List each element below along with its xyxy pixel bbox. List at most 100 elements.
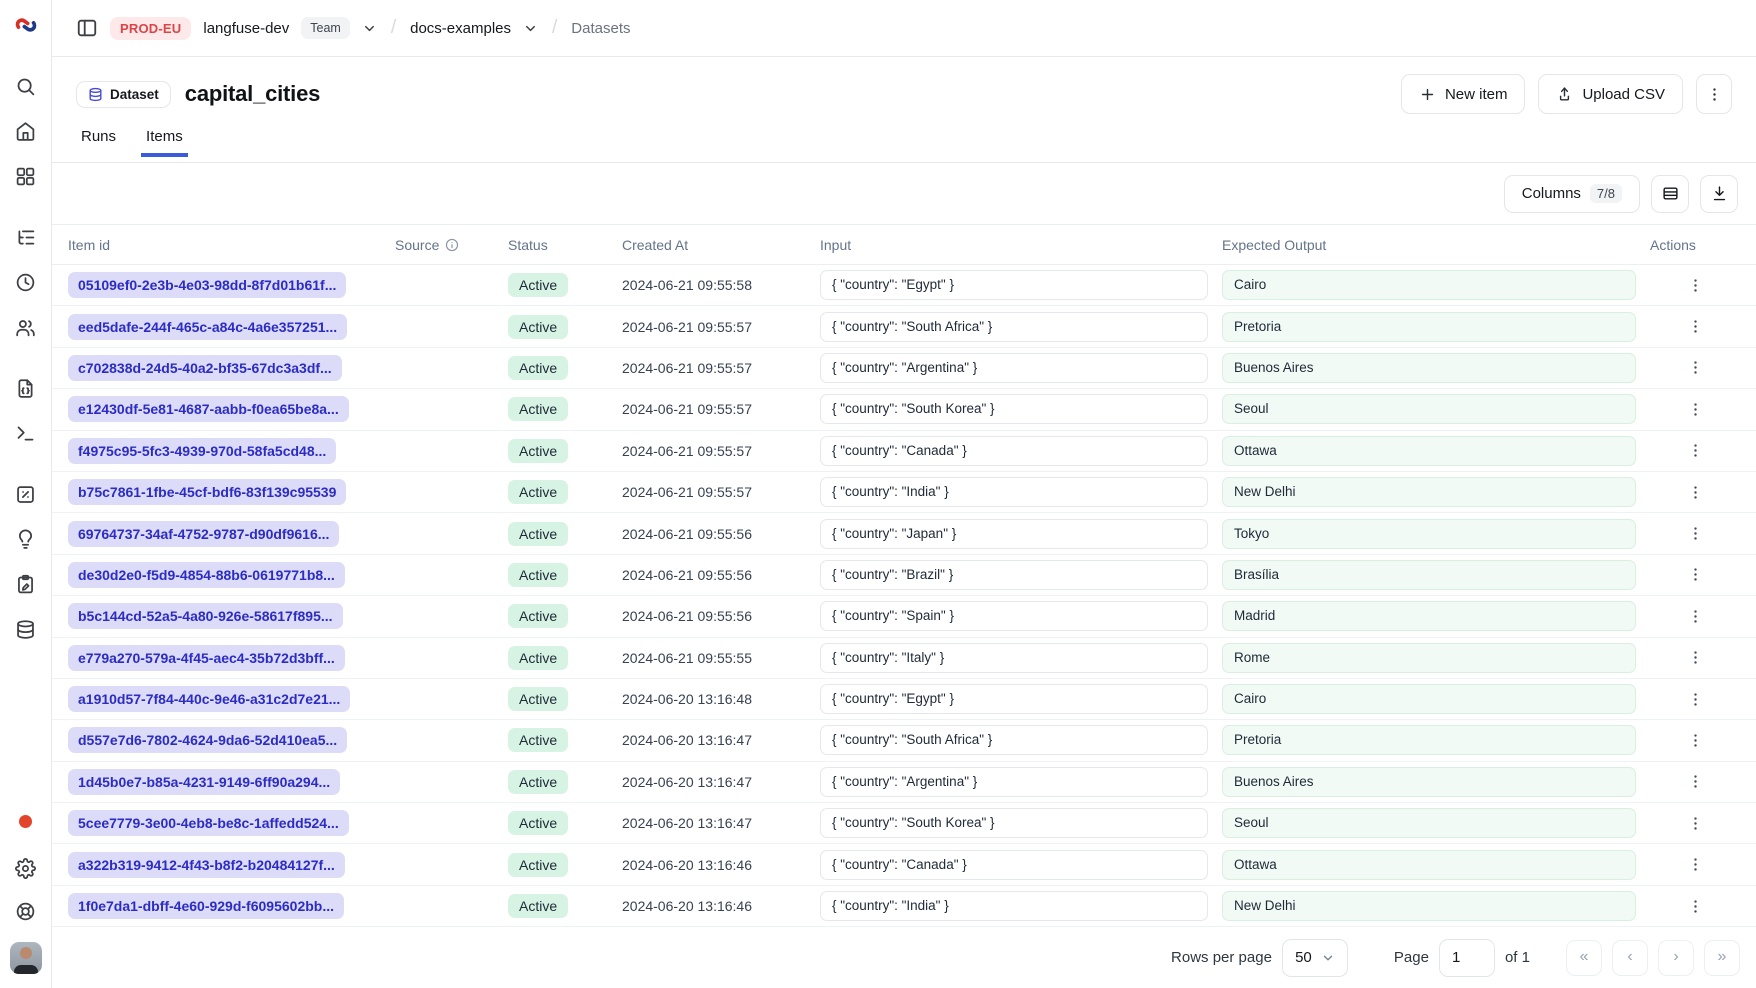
info-icon[interactable] bbox=[445, 238, 459, 252]
search-icon[interactable] bbox=[14, 74, 38, 98]
playground-terminal-icon[interactable] bbox=[14, 421, 38, 445]
input-cell[interactable]: { "country": "Canada" } bbox=[820, 850, 1208, 880]
breadcrumb-datasets[interactable]: Datasets bbox=[571, 20, 630, 37]
tab-items[interactable]: Items bbox=[143, 128, 186, 156]
input-cell[interactable]: { "country": "South Africa" } bbox=[820, 725, 1208, 755]
home-icon[interactable] bbox=[14, 119, 38, 143]
row-actions-button[interactable] bbox=[1682, 769, 1708, 795]
item-id-link[interactable]: a322b319-9412-4f43-b8f2-b20484127f... bbox=[68, 852, 345, 878]
row-actions-button[interactable] bbox=[1682, 562, 1708, 588]
input-cell[interactable]: { "country": "Italy" } bbox=[820, 643, 1208, 673]
input-cell[interactable]: { "country": "India" } bbox=[820, 891, 1208, 921]
expected-output-cell[interactable]: Madrid bbox=[1222, 601, 1636, 631]
next-page-button[interactable]: › bbox=[1658, 940, 1694, 976]
org-chevron-down-icon[interactable] bbox=[362, 21, 377, 36]
item-id-link[interactable]: 69764737-34af-4752-9787-d90df9616... bbox=[68, 521, 339, 547]
input-cell[interactable]: { "country": "Brazil" } bbox=[820, 560, 1208, 590]
rows-per-page-select[interactable]: 50 bbox=[1282, 939, 1348, 977]
input-cell[interactable]: { "country": "Canada" } bbox=[820, 436, 1208, 466]
expected-output-cell[interactable]: Ottawa bbox=[1222, 436, 1636, 466]
expected-output-cell[interactable]: Cairo bbox=[1222, 270, 1636, 300]
expected-output-cell[interactable]: Rome bbox=[1222, 643, 1636, 673]
item-id-link[interactable]: 1d45b0e7-b85a-4231-9149-6ff90a294... bbox=[68, 769, 340, 795]
expected-output-cell[interactable]: Seoul bbox=[1222, 394, 1636, 424]
tab-runs[interactable]: Runs bbox=[78, 128, 119, 156]
item-id-link[interactable]: 5cee7779-3e00-4eb8-be8c-1affedd524... bbox=[68, 810, 349, 836]
item-id-link[interactable]: c702838d-24d5-40a2-bf35-67dc3a3df... bbox=[68, 355, 342, 381]
expected-output-cell[interactable]: Buenos Aires bbox=[1222, 767, 1636, 797]
dashboard-grid-icon[interactable] bbox=[14, 164, 38, 188]
evaluation-percent-icon[interactable] bbox=[14, 482, 38, 506]
expected-output-cell[interactable]: Pretoria bbox=[1222, 312, 1636, 342]
expected-output-cell[interactable]: Seoul bbox=[1222, 808, 1636, 838]
download-icon[interactable] bbox=[1700, 175, 1738, 213]
input-cell[interactable]: { "country": "Argentina" } bbox=[820, 353, 1208, 383]
item-id-link[interactable]: 05109ef0-2e3b-4e03-98dd-8f7d01b61f... bbox=[68, 272, 346, 298]
row-actions-button[interactable] bbox=[1682, 479, 1708, 505]
item-id-link[interactable]: f4975c95-5fc3-4939-970d-58fa5cd48... bbox=[68, 438, 336, 464]
row-actions-button[interactable] bbox=[1682, 727, 1708, 753]
expected-output-cell[interactable]: New Delhi bbox=[1222, 477, 1636, 507]
sessions-clock-icon[interactable] bbox=[14, 270, 38, 294]
user-avatar[interactable] bbox=[10, 942, 42, 974]
page-input[interactable] bbox=[1439, 939, 1495, 977]
annotation-lightbulb-icon[interactable] bbox=[14, 527, 38, 551]
support-help-icon[interactable] bbox=[14, 899, 38, 923]
upload-csv-button[interactable]: Upload CSV bbox=[1538, 74, 1683, 114]
item-id-link[interactable]: de30d2e0-f5d9-4854-88b6-0619771b8... bbox=[68, 562, 345, 588]
input-cell[interactable]: { "country": "Egypt" } bbox=[820, 684, 1208, 714]
item-id-link[interactable]: b5c144cd-52a5-4a80-926e-58617f895... bbox=[68, 603, 343, 629]
input-cell[interactable]: { "country": "Spain" } bbox=[820, 601, 1208, 631]
last-page-button[interactable]: » bbox=[1704, 940, 1740, 976]
row-actions-button[interactable] bbox=[1682, 396, 1708, 422]
item-id-link[interactable]: a1910d57-7f84-440c-9e46-a31c2d7e21... bbox=[68, 686, 350, 712]
row-actions-button[interactable] bbox=[1682, 603, 1708, 629]
expected-output-cell[interactable]: Brasília bbox=[1222, 560, 1636, 590]
page-more-actions-button[interactable] bbox=[1696, 74, 1732, 114]
langfuse-logo[interactable] bbox=[13, 12, 39, 38]
item-id-link[interactable]: e12430df-5e81-4687-aabb-f0ea65be8a... bbox=[68, 396, 349, 422]
expected-output-cell[interactable]: Pretoria bbox=[1222, 725, 1636, 755]
input-cell[interactable]: { "country": "Egypt" } bbox=[820, 270, 1208, 300]
expected-output-cell[interactable]: New Delhi bbox=[1222, 891, 1636, 921]
input-cell[interactable]: { "country": "South Africa" } bbox=[820, 312, 1208, 342]
input-cell[interactable]: { "country": "South Korea" } bbox=[820, 394, 1208, 424]
columns-button[interactable]: Columns 7/8 bbox=[1504, 175, 1640, 213]
expected-output-cell[interactable]: Cairo bbox=[1222, 684, 1636, 714]
recording-dot[interactable] bbox=[19, 815, 32, 828]
expected-output-cell[interactable]: Ottawa bbox=[1222, 850, 1636, 880]
row-actions-button[interactable] bbox=[1682, 314, 1708, 340]
input-cell[interactable]: { "country": "South Korea" } bbox=[820, 808, 1208, 838]
datasets-database-icon[interactable] bbox=[14, 617, 38, 641]
row-actions-button[interactable] bbox=[1682, 810, 1708, 836]
row-actions-button[interactable] bbox=[1682, 686, 1708, 712]
previous-page-button[interactable]: ‹ bbox=[1612, 940, 1648, 976]
row-actions-button[interactable] bbox=[1682, 521, 1708, 547]
item-id-link[interactable]: eed5dafe-244f-465c-a84c-4a6e357251... bbox=[68, 314, 347, 340]
input-cell[interactable]: { "country": "Argentina" } bbox=[820, 767, 1208, 797]
item-id-link[interactable]: d557e7d6-7802-4624-9da6-52d410ea5... bbox=[68, 727, 347, 753]
sidebar-toggle-icon[interactable] bbox=[76, 17, 98, 39]
item-id-link[interactable]: 1f0e7da1-dbff-4e60-929d-f6095602bb... bbox=[68, 893, 344, 919]
row-actions-button[interactable] bbox=[1682, 355, 1708, 381]
row-actions-button[interactable] bbox=[1682, 852, 1708, 878]
row-actions-button[interactable] bbox=[1682, 438, 1708, 464]
first-page-button[interactable]: « bbox=[1566, 940, 1602, 976]
item-id-link[interactable]: b75c7861-1fbe-45cf-bdf6-83f139c95539 bbox=[68, 479, 346, 505]
row-actions-button[interactable] bbox=[1682, 645, 1708, 671]
tracing-tree-icon[interactable] bbox=[14, 225, 38, 249]
expected-output-cell[interactable]: Tokyo bbox=[1222, 519, 1636, 549]
settings-gear-icon[interactable] bbox=[14, 856, 38, 880]
new-item-button[interactable]: New item bbox=[1401, 74, 1526, 114]
row-actions-button[interactable] bbox=[1682, 272, 1708, 298]
row-actions-button[interactable] bbox=[1682, 893, 1708, 919]
prompts-file-icon[interactable] bbox=[14, 376, 38, 400]
row-height-icon[interactable] bbox=[1651, 175, 1689, 213]
item-id-link[interactable]: e779a270-579a-4f45-aec4-35b72d3bff... bbox=[68, 645, 345, 671]
expected-output-cell[interactable]: Buenos Aires bbox=[1222, 353, 1636, 383]
queue-clipboard-icon[interactable] bbox=[14, 572, 38, 596]
users-icon[interactable] bbox=[14, 315, 38, 339]
project-chevron-down-icon[interactable] bbox=[523, 21, 538, 36]
project-name[interactable]: docs-examples bbox=[410, 20, 511, 37]
org-name[interactable]: langfuse-dev bbox=[203, 20, 289, 37]
